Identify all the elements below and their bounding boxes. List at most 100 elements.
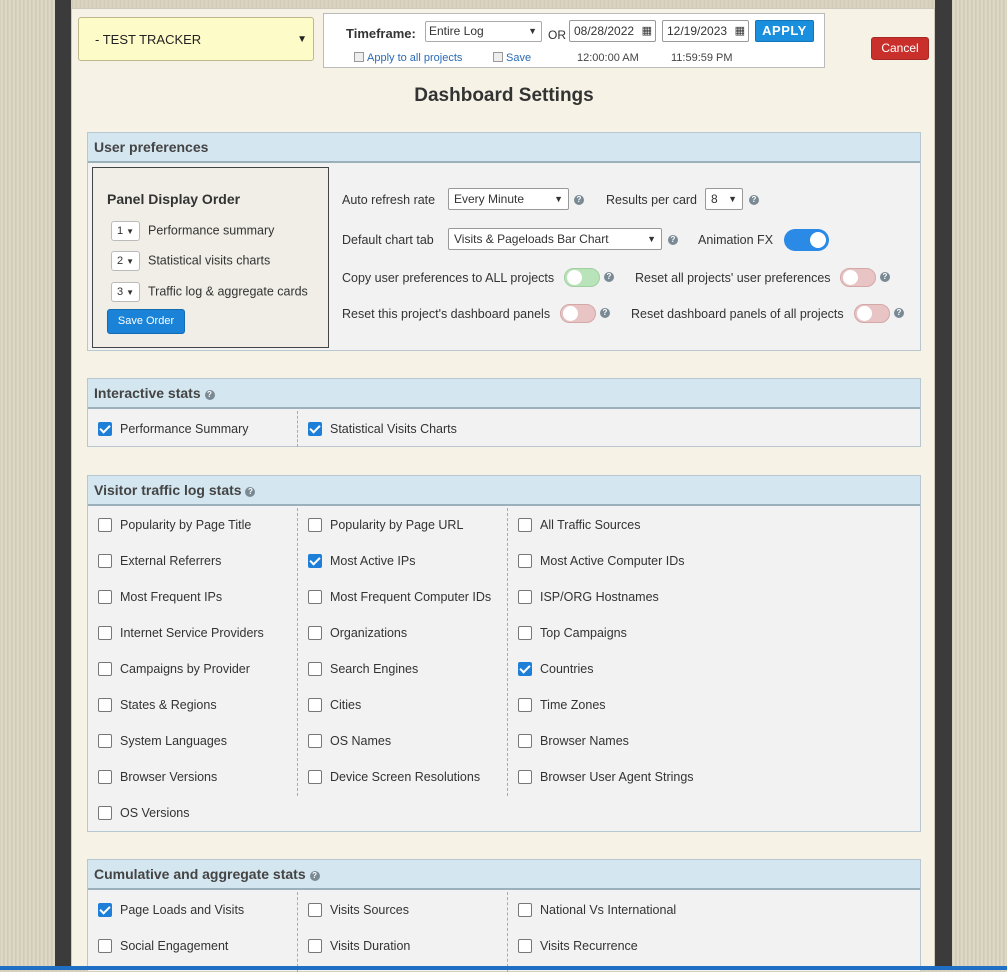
- checkbox-item[interactable]: Most Active IPs: [308, 552, 415, 570]
- checkbox[interactable]: [518, 518, 532, 532]
- checkbox-item[interactable]: Statistical Visits Charts: [308, 420, 457, 438]
- checkbox[interactable]: [308, 662, 322, 676]
- help-icon[interactable]: ?: [600, 308, 610, 318]
- checkbox[interactable]: [98, 626, 112, 640]
- checkbox-item[interactable]: Browser Names: [518, 732, 629, 750]
- checkbox-item[interactable]: Campaigns by Provider: [98, 660, 250, 678]
- end-date-field[interactable]: 12/19/2023 ▦: [662, 20, 749, 42]
- checkbox[interactable]: [518, 662, 532, 676]
- checkbox-item[interactable]: Top Campaigns: [518, 624, 627, 642]
- checkbox[interactable]: [98, 590, 112, 604]
- checkbox-item[interactable]: Page Loads and Visits: [98, 901, 244, 919]
- help-icon[interactable]: ?: [668, 235, 678, 245]
- checkbox[interactable]: [308, 939, 322, 953]
- checkbox-item[interactable]: Internet Service Providers: [98, 624, 264, 642]
- calendar-icon[interactable]: ▦: [735, 21, 745, 41]
- tracker-select[interactable]: - TEST TRACKER ▼: [78, 17, 314, 61]
- reset-all-panels-toggle[interactable]: [854, 304, 890, 323]
- checkbox[interactable]: [308, 518, 322, 532]
- checkbox-item[interactable]: All Traffic Sources: [518, 516, 641, 534]
- checkbox-item[interactable]: Device Screen Resolutions: [308, 768, 480, 786]
- checkbox-icon[interactable]: [493, 52, 503, 62]
- results-per-card-select[interactable]: 8 ▼: [705, 188, 743, 210]
- checkbox[interactable]: [98, 903, 112, 917]
- checkbox[interactable]: [98, 734, 112, 748]
- checkbox-item[interactable]: OS Names: [308, 732, 391, 750]
- checkbox[interactable]: [518, 734, 532, 748]
- checkbox[interactable]: [98, 518, 112, 532]
- checkbox-item[interactable]: Performance Summary: [98, 420, 249, 438]
- timeframe-select[interactable]: Entire Log ▼: [425, 21, 542, 42]
- checkbox[interactable]: [518, 554, 532, 568]
- animation-fx-toggle[interactable]: [784, 229, 829, 251]
- checkbox-item[interactable]: External Referrers: [98, 552, 221, 570]
- checkbox[interactable]: [98, 806, 112, 820]
- checkbox[interactable]: [98, 939, 112, 953]
- default-chart-tab-select[interactable]: Visits & Pageloads Bar Chart ▼: [448, 228, 662, 250]
- checkbox[interactable]: [98, 662, 112, 676]
- checkbox-item[interactable]: Cities: [308, 696, 361, 714]
- start-date-field[interactable]: 08/28/2022 ▦: [569, 20, 656, 42]
- checkbox[interactable]: [518, 770, 532, 784]
- help-icon[interactable]: ?: [604, 272, 614, 282]
- checkbox-icon[interactable]: [354, 52, 364, 62]
- checkbox[interactable]: [518, 698, 532, 712]
- checkbox-item[interactable]: Most Frequent IPs: [98, 588, 222, 606]
- checkbox-item[interactable]: ISP/ORG Hostnames: [518, 588, 659, 606]
- checkbox-item[interactable]: OS Versions: [98, 804, 189, 822]
- save-order-button[interactable]: Save Order: [107, 309, 185, 334]
- checkbox[interactable]: [308, 422, 322, 436]
- checkbox[interactable]: [308, 626, 322, 640]
- checkbox-item[interactable]: Visits Recurrence: [518, 937, 638, 955]
- auto-refresh-select[interactable]: Every Minute ▼: [448, 188, 569, 210]
- checkbox-item[interactable]: System Languages: [98, 732, 227, 750]
- order-select[interactable]: 3 ▼: [111, 282, 140, 302]
- checkbox-item[interactable]: Popularity by Page Title: [98, 516, 251, 534]
- order-select[interactable]: 1 ▼: [111, 221, 140, 241]
- cancel-button[interactable]: Cancel: [871, 37, 929, 60]
- checkbox-item[interactable]: Popularity by Page URL: [308, 516, 463, 534]
- reset-panels-toggle[interactable]: [560, 304, 596, 323]
- checkbox[interactable]: [308, 590, 322, 604]
- checkbox-item[interactable]: Most Active Computer IDs: [518, 552, 685, 570]
- checkbox-item[interactable]: Visits Sources: [308, 901, 409, 919]
- checkbox[interactable]: [308, 734, 322, 748]
- checkbox-item[interactable]: Organizations: [308, 624, 407, 642]
- checkbox-item[interactable]: Browser Versions: [98, 768, 217, 786]
- checkbox[interactable]: [308, 554, 322, 568]
- checkbox[interactable]: [518, 939, 532, 953]
- checkbox[interactable]: [308, 698, 322, 712]
- checkbox-item[interactable]: National Vs International: [518, 901, 676, 919]
- checkbox-item[interactable]: Countries: [518, 660, 594, 678]
- help-icon[interactable]: ?: [245, 487, 256, 497]
- order-select[interactable]: 2 ▼: [111, 251, 140, 271]
- help-icon[interactable]: ?: [309, 871, 320, 881]
- checkbox[interactable]: [98, 698, 112, 712]
- help-icon[interactable]: ?: [749, 195, 759, 205]
- apply-button[interactable]: APPLY: [755, 20, 814, 42]
- checkbox[interactable]: [518, 903, 532, 917]
- apply-all-checkbox[interactable]: Apply to all projects: [354, 52, 462, 64]
- checkbox[interactable]: [518, 626, 532, 640]
- copy-prefs-toggle[interactable]: [564, 268, 600, 287]
- help-icon[interactable]: ?: [574, 195, 584, 205]
- checkbox-item[interactable]: Visits Duration: [308, 937, 410, 955]
- checkbox[interactable]: [98, 554, 112, 568]
- checkbox[interactable]: [308, 903, 322, 917]
- help-icon[interactable]: ?: [894, 308, 904, 318]
- checkbox[interactable]: [518, 590, 532, 604]
- checkbox-item[interactable]: States & Regions: [98, 696, 217, 714]
- checkbox-item[interactable]: Search Engines: [308, 660, 418, 678]
- checkbox-item[interactable]: Social Engagement: [98, 937, 228, 955]
- checkbox-item[interactable]: Browser User Agent Strings: [518, 768, 694, 786]
- checkbox[interactable]: [308, 770, 322, 784]
- checkbox[interactable]: [98, 422, 112, 436]
- save-checkbox[interactable]: Save: [493, 52, 531, 64]
- help-icon[interactable]: ?: [880, 272, 890, 282]
- checkbox-item[interactable]: Time Zones: [518, 696, 606, 714]
- checkbox-item[interactable]: Most Frequent Computer IDs: [308, 588, 491, 606]
- reset-all-prefs-toggle[interactable]: [840, 268, 876, 287]
- calendar-icon[interactable]: ▦: [642, 21, 652, 41]
- help-icon[interactable]: ?: [204, 390, 215, 400]
- checkbox[interactable]: [98, 770, 112, 784]
